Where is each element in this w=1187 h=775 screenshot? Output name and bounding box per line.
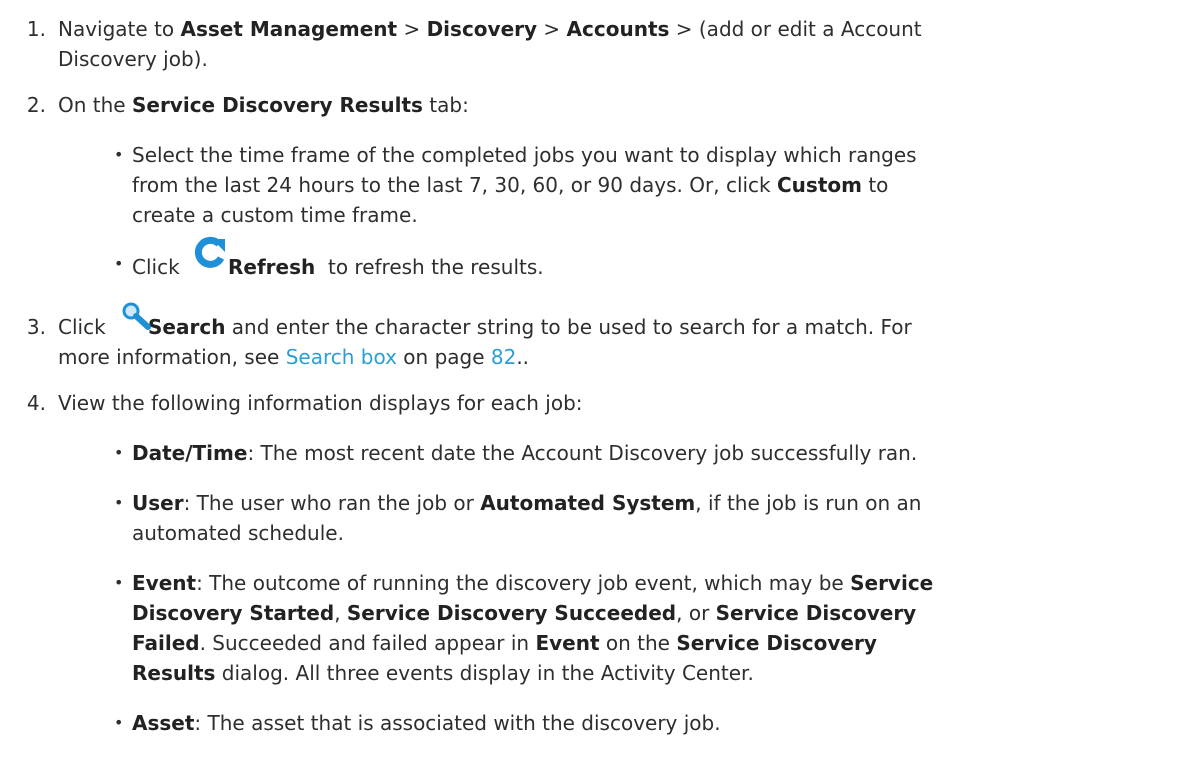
text: from the last 24 hours to the last 7, 30… (132, 173, 777, 197)
bold-text: Service (850, 571, 934, 595)
text: . Succeeded and failed appear in (199, 631, 536, 655)
bullet-line: Event: The outcome of running the discov… (132, 568, 933, 598)
document: 1. Navigate to Asset Management > Discov… (0, 0, 1187, 775)
bold-text: Service Discovery Succeeded (346, 601, 677, 625)
text: to refresh the results. (315, 255, 544, 279)
term-user: User (132, 491, 184, 515)
bullet-line: User: The user who ran the job or Automa… (132, 488, 921, 518)
text: to (861, 173, 889, 197)
bullet-dot: • (114, 713, 124, 732)
term-asset: Asset (132, 711, 195, 735)
text: tab: (422, 93, 469, 117)
page-link[interactable]: 82 (491, 345, 516, 369)
bullet-line: automated schedule. (132, 521, 344, 545)
custom-label: Custom (777, 173, 862, 197)
bullet-line: Results dialog. All three events display… (132, 658, 754, 688)
separator: > (537, 17, 567, 41)
step-3-line-2: more information, see Search box on page… (58, 342, 529, 372)
bullet-line: Failed. Succeeded and failed appear in E… (132, 628, 877, 658)
step-number: 1. (26, 17, 46, 41)
step-number: 4. (26, 391, 46, 415)
step-2-line: On the Service Discovery Results tab: (58, 90, 469, 120)
text: Navigate to (58, 17, 181, 41)
bold-text: Service Discovery (676, 631, 877, 655)
separator: > (397, 17, 427, 41)
text: : The asset that is associated with the … (194, 711, 721, 735)
nav-discovery: Discovery (426, 17, 538, 41)
bold-text: Service Discovery (715, 601, 917, 625)
step-1-line-2: Discovery job). (58, 47, 208, 71)
text: , or (676, 601, 716, 625)
term-event: Event (132, 571, 197, 595)
bullet-dot: • (114, 254, 124, 273)
step-1-line-1: Navigate to Asset Management > Discovery… (58, 14, 922, 44)
bold-text: Results (132, 661, 216, 685)
search-icon (122, 302, 151, 330)
text: on the (599, 631, 677, 655)
nav-accounts: Accounts (566, 17, 670, 41)
text: , if the job is run on an (695, 491, 922, 515)
text: Click (58, 315, 113, 339)
bold-text: Discovery Started (132, 601, 335, 625)
step-4-intro: View the following information displays … (58, 391, 583, 415)
text: > (add or edit a Account (669, 17, 922, 41)
refresh-icon (194, 236, 225, 268)
bullet-dot: • (114, 145, 124, 164)
bullet-line: Asset: The asset that is associated with… (132, 708, 721, 738)
search-box-link[interactable]: Search box (286, 345, 397, 369)
bullet-line: create a custom time frame. (132, 203, 418, 227)
text: : The most recent date the Account Disco… (247, 441, 918, 465)
text: On the (58, 93, 132, 117)
text: on page (396, 345, 491, 369)
step-number: 3. (26, 315, 46, 339)
nav-asset-management: Asset Management (180, 17, 398, 41)
bold-text: Event (535, 631, 600, 655)
bullet-line: Select the time frame of the completed j… (132, 143, 917, 167)
text: Click (132, 255, 187, 279)
text: : The user who ran the job or (183, 491, 481, 515)
step-3-line-1: Click Search and enter the character str… (58, 312, 912, 342)
text: , (334, 601, 347, 625)
bold-text: Failed (132, 631, 200, 655)
text: and enter the character string to be use… (225, 315, 912, 339)
bullet-line: Date/Time: The most recent date the Acco… (132, 438, 917, 468)
bullet-dot: • (114, 493, 124, 512)
tab-name: Service Discovery Results (131, 93, 423, 117)
bullet-line: from the last 24 hours to the last 7, 30… (132, 170, 888, 200)
text: : The outcome of running the discovery j… (196, 571, 851, 595)
bullet-dot: • (114, 573, 124, 592)
automated-system: Automated System (480, 491, 696, 515)
term-datetime: Date/Time (132, 441, 248, 465)
text: more information, see (58, 345, 286, 369)
search-label: Search (148, 315, 226, 339)
text: .. (516, 345, 530, 369)
refresh-label: Refresh (228, 255, 316, 279)
text: dialog. All three events display in the … (215, 661, 754, 685)
bullet-line: Discovery Started, Service Discovery Suc… (132, 598, 916, 628)
step-number: 2. (26, 93, 46, 117)
bullet-dot: • (114, 443, 124, 462)
